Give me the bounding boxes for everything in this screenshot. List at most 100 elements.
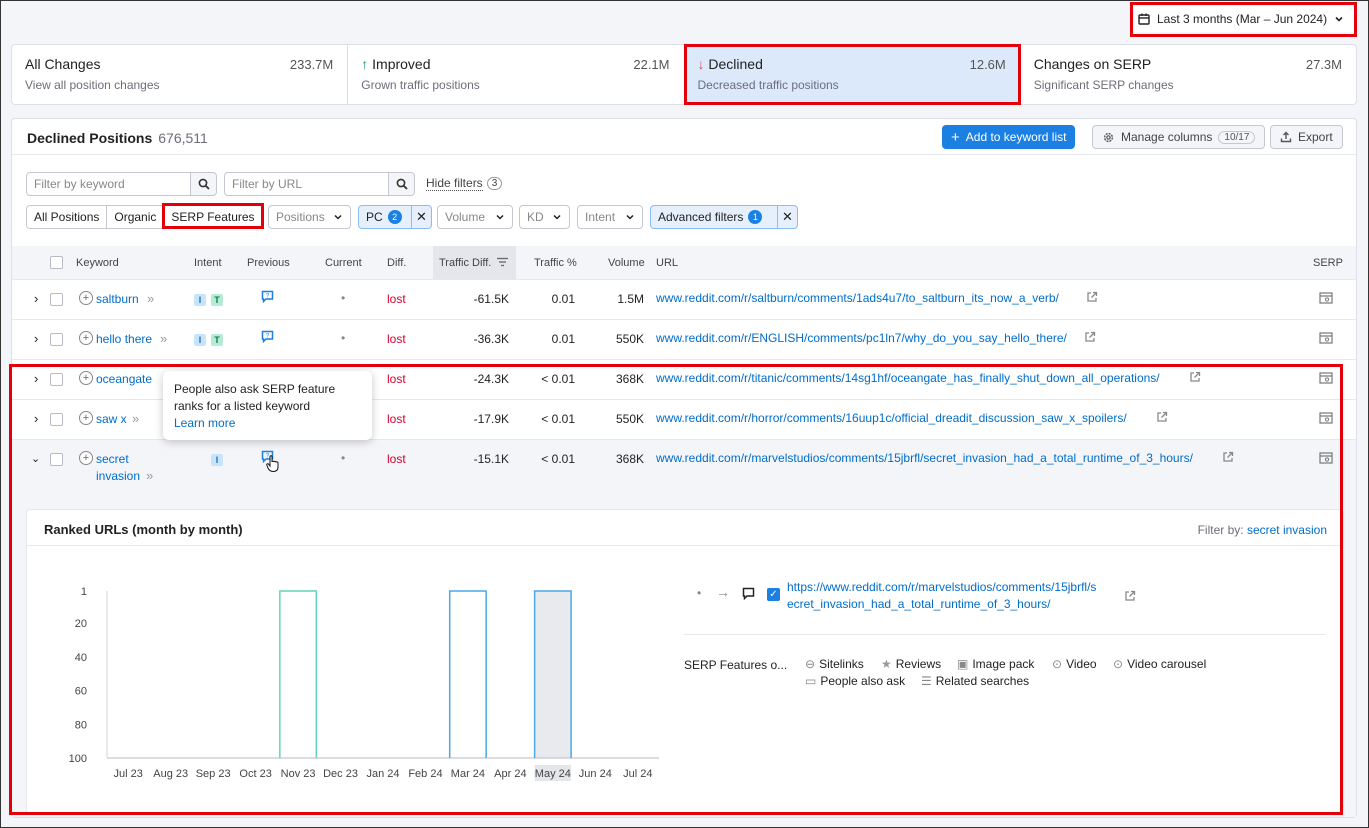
tab-improved[interactable]: ↑ Improved 22.1M Grown traffic positions: [348, 45, 685, 104]
row-checkbox[interactable]: [50, 333, 63, 346]
col-serp[interactable]: SERP: [1313, 257, 1343, 269]
intent-dropdown[interactable]: Intent: [577, 205, 643, 229]
url-search-button[interactable]: [389, 172, 415, 196]
row-url[interactable]: www.reddit.com/r/saltburn/comments/1ads4…: [656, 291, 1059, 305]
sort-icon[interactable]: [497, 257, 508, 267]
external-link-icon[interactable]: [1084, 331, 1096, 343]
date-range-picker[interactable]: Last 3 months (Mar – Jun 2024): [1134, 6, 1354, 32]
col-diff[interactable]: Diff.: [387, 257, 406, 269]
seg-all-positions[interactable]: All Positions: [27, 206, 108, 228]
volume-dropdown[interactable]: Volume: [437, 205, 513, 229]
filter-by-value[interactable]: secret invasion: [1247, 523, 1327, 537]
manage-columns-button[interactable]: Manage columns 10/17: [1092, 125, 1266, 149]
feature-video[interactable]: ⊙ Video: [1052, 657, 1097, 671]
kd-dropdown[interactable]: KD: [519, 205, 570, 229]
external-link-icon[interactable]: [1156, 411, 1168, 423]
feature-reviews[interactable]: ★ Reviews: [881, 657, 941, 671]
people-also-ask-icon[interactable]: ?: [261, 290, 274, 303]
add-circle-icon[interactable]: +: [79, 451, 93, 465]
manage-columns-badge: 10/17: [1218, 130, 1256, 144]
chevron-right-icon[interactable]: ›: [34, 411, 38, 426]
row-url[interactable]: www.reddit.com/r/horror/comments/16uup1c…: [656, 411, 1127, 425]
table-row-expanded[interactable]: ⌄ + secret invasion » I ? • lost -15.1K …: [12, 439, 1356, 494]
row-checkbox[interactable]: [50, 453, 63, 466]
serp-snapshot-icon[interactable]: [1319, 332, 1333, 344]
serp-snapshot-icon[interactable]: [1319, 292, 1333, 304]
row-keyword[interactable]: secret: [96, 452, 129, 466]
volume-label: Volume: [445, 210, 486, 224]
serp-snapshot-icon[interactable]: [1319, 412, 1333, 424]
external-link-icon[interactable]: [1189, 371, 1201, 383]
table-row[interactable]: › + hello there » I T ? • lost -36.3K 0.…: [12, 319, 1356, 359]
row-url[interactable]: www.reddit.com/r/ENGLISH/comments/pc1ln7…: [656, 331, 1067, 345]
row-keyword[interactable]: hello there: [96, 332, 152, 346]
export-button[interactable]: Export: [1270, 125, 1343, 149]
row-url[interactable]: www.reddit.com/r/titanic/comments/14sg1h…: [656, 371, 1160, 385]
serp-snapshot-icon[interactable]: [1319, 452, 1333, 464]
row-keyword[interactable]: saw x: [96, 412, 127, 426]
col-keyword[interactable]: Keyword: [76, 257, 119, 269]
row-keyword[interactable]: saltburn: [96, 292, 139, 306]
table-row[interactable]: › + saltburn » I T ? • lost -61.5K 0.01 …: [12, 279, 1356, 319]
feature-image-pack[interactable]: ▣ Image pack: [957, 657, 1034, 671]
seg-serp-features[interactable]: SERP Features: [164, 206, 262, 228]
serp-snapshot-icon[interactable]: [1319, 372, 1333, 384]
col-volume[interactable]: Volume: [608, 257, 645, 269]
keyword-search-button[interactable]: [191, 172, 217, 196]
add-to-keyword-list-button[interactable]: + Add to keyword list: [942, 125, 1076, 149]
chevron-right-icon[interactable]: ›: [34, 371, 38, 386]
tab-all-changes[interactable]: All Changes 233.7M View all position cha…: [12, 45, 349, 104]
double-chevron-icon[interactable]: »: [132, 411, 139, 426]
tab-declined[interactable]: ↓ Declined 12.6M Decreased traffic posit…: [684, 45, 1021, 104]
ranked-url-line1[interactable]: https://www.reddit.com/r/marvelstudios/c…: [787, 580, 1096, 594]
people-also-ask-icon[interactable]: ?: [261, 330, 274, 343]
feature-sitelinks[interactable]: ⊖ Sitelinks: [805, 657, 864, 671]
seg-organic[interactable]: Organic: [107, 206, 165, 228]
chevron-down-icon[interactable]: ⌄: [31, 452, 40, 465]
chevron-right-icon[interactable]: ›: [34, 291, 38, 306]
close-icon[interactable]: ✕: [777, 206, 797, 228]
add-circle-icon[interactable]: +: [79, 331, 93, 345]
tab-changes-on-serp[interactable]: Changes on SERP 27.3M Significant SERP c…: [1021, 45, 1356, 104]
row-traffic-pct: < 0.01: [541, 412, 575, 426]
row-traffic-pct: < 0.01: [541, 452, 575, 466]
external-link-icon[interactable]: [1086, 291, 1098, 303]
row-checkbox[interactable]: [50, 293, 63, 306]
double-chevron-icon[interactable]: »: [160, 331, 167, 346]
external-link-icon[interactable]: [1222, 451, 1234, 463]
add-circle-icon[interactable]: +: [79, 291, 93, 305]
row-checkbox[interactable]: [50, 373, 63, 386]
hide-filters-button[interactable]: Hide filters 3: [426, 176, 503, 191]
col-url[interactable]: URL: [656, 257, 678, 269]
row-url[interactable]: www.reddit.com/r/marvelstudios/comments/…: [656, 451, 1193, 465]
ranked-url-line2[interactable]: ecret_invasion_had_a_total_runtime_of_3_…: [787, 597, 1051, 611]
feature-related-searches[interactable]: ☰ Related searches: [921, 674, 1029, 688]
tooltip-learn-more[interactable]: Learn more: [174, 415, 361, 432]
col-current[interactable]: Current: [325, 257, 362, 269]
double-chevron-icon[interactable]: »: [147, 291, 154, 306]
feature-people-also-ask[interactable]: ▭ People also ask: [805, 674, 905, 688]
divider: [684, 634, 1325, 635]
double-chevron-icon[interactable]: »: [146, 468, 153, 483]
col-traffic-diff[interactable]: Traffic Diff.: [439, 257, 491, 269]
external-link-icon[interactable]: [1124, 590, 1136, 602]
row-checkbox[interactable]: [50, 413, 63, 426]
col-traffic-pct[interactable]: Traffic %: [534, 257, 577, 269]
col-intent[interactable]: Intent: [194, 257, 222, 269]
select-all-checkbox[interactable]: [50, 256, 63, 269]
col-previous[interactable]: Previous: [247, 257, 290, 269]
url-filter-input[interactable]: Filter by URL: [224, 172, 389, 196]
url-checkbox-checked[interactable]: ✓: [767, 588, 780, 601]
keyword-filter-input[interactable]: Filter by keyword: [26, 172, 191, 196]
advanced-filters-chip[interactable]: Advanced filters 1 ✕: [650, 205, 798, 229]
add-circle-icon[interactable]: +: [79, 371, 93, 385]
close-icon[interactable]: ✕: [411, 206, 431, 228]
chevron-right-icon[interactable]: ›: [34, 331, 38, 346]
feature-video-carousel[interactable]: ⊙ Video carousel: [1113, 657, 1206, 671]
row-keyword[interactable]: oceangate: [96, 372, 152, 386]
positions-dropdown[interactable]: Positions: [268, 205, 351, 229]
x-tick-label: Jun 24: [579, 768, 612, 780]
add-circle-icon[interactable]: +: [79, 411, 93, 425]
row-keyword-line2[interactable]: invasion: [96, 469, 140, 483]
device-filter-chip[interactable]: PC 2 ✕: [358, 205, 432, 229]
